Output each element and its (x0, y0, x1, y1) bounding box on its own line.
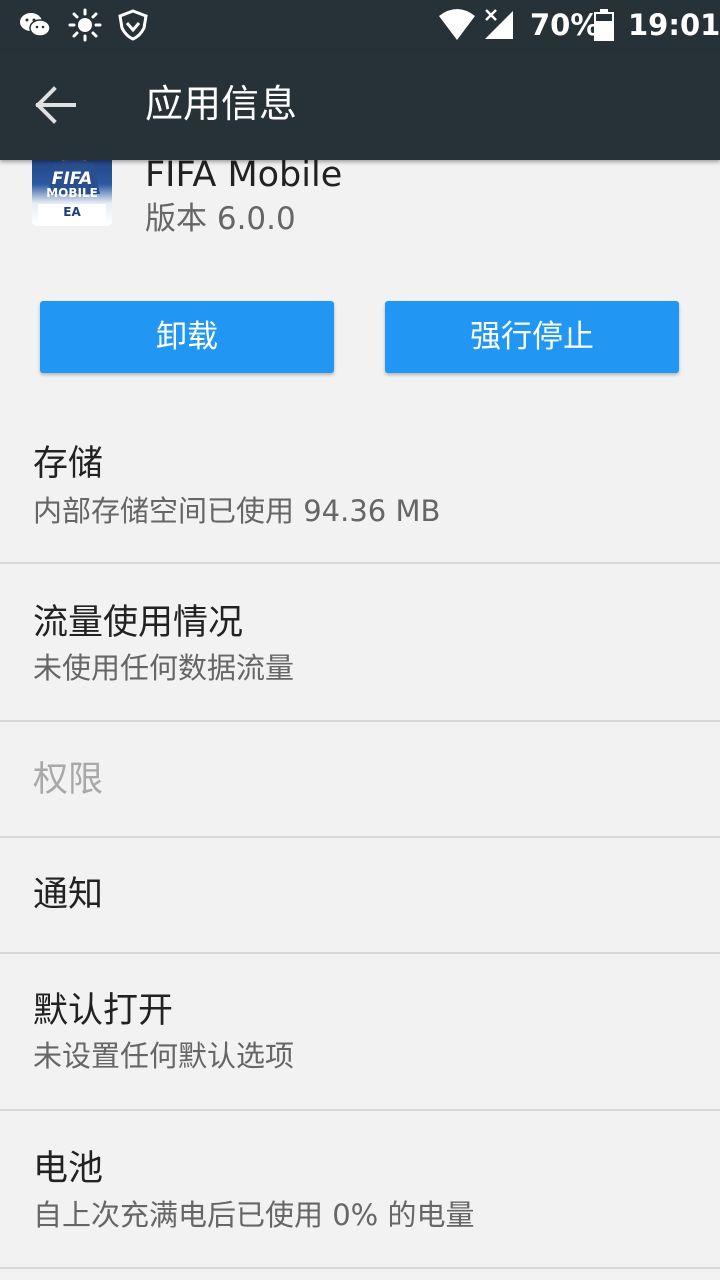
battery-percent: 70% (530, 8, 600, 42)
permissions-title: 权限 (33, 760, 104, 800)
clock: 19:01 (628, 8, 720, 42)
force-stop-button[interactable]: 强行停止 (385, 301, 679, 373)
wifi-icon (439, 9, 475, 40)
app-header: FIFA MOBILE EA FIFA Mobile 版本 6.0.0 (0, 150, 720, 270)
page-title: 应用信息 (145, 82, 298, 126)
notifications-title: 通知 (33, 875, 104, 915)
status-bar: 70% 19:01 (0, 0, 720, 50)
app-icon: FIFA MOBILE EA (32, 150, 112, 226)
data-usage-title: 流量使用情况 (33, 603, 244, 643)
open-by-default-subtitle: 未设置任何默认选项 (33, 1039, 295, 1073)
battery-title: 电池 (33, 1149, 104, 1189)
storage-title: 存储 (33, 444, 104, 484)
battery-item[interactable]: 电池 自上次充满电后已使用 0% 的电量 (0, 1111, 720, 1269)
open-by-default-title: 默认打开 (33, 991, 174, 1031)
permissions-item: 权限 (0, 722, 720, 838)
battery-icon (594, 9, 614, 41)
storage-item[interactable]: 存储 内部存储空间已使用 94.36 MB (0, 405, 720, 564)
data-usage-item[interactable]: 流量使用情况 未使用任何数据流量 (0, 564, 720, 722)
notifications-item[interactable]: 通知 (0, 838, 720, 954)
app-bar: 应用信息 (0, 50, 720, 160)
uninstall-button[interactable]: 卸载 (40, 301, 334, 373)
open-by-default-item[interactable]: 默认打开 未设置任何默认选项 (0, 954, 720, 1111)
battery-subtitle: 自上次充满电后已使用 0% 的电量 (33, 1198, 475, 1232)
brightness-icon (68, 8, 102, 42)
storage-subtitle: 内部存储空间已使用 94.36 MB (33, 494, 441, 528)
app-icon-subtitle: MOBILE (46, 186, 98, 200)
vpn-shield-icon (118, 9, 148, 41)
ea-logo: EA (63, 205, 81, 219)
data-usage-subtitle: 未使用任何数据流量 (33, 651, 295, 685)
arrow-back-icon[interactable] (34, 85, 78, 125)
app-version: 版本 6.0.0 (145, 201, 296, 237)
signal-icon (485, 9, 513, 39)
wechat-icon (20, 13, 51, 37)
